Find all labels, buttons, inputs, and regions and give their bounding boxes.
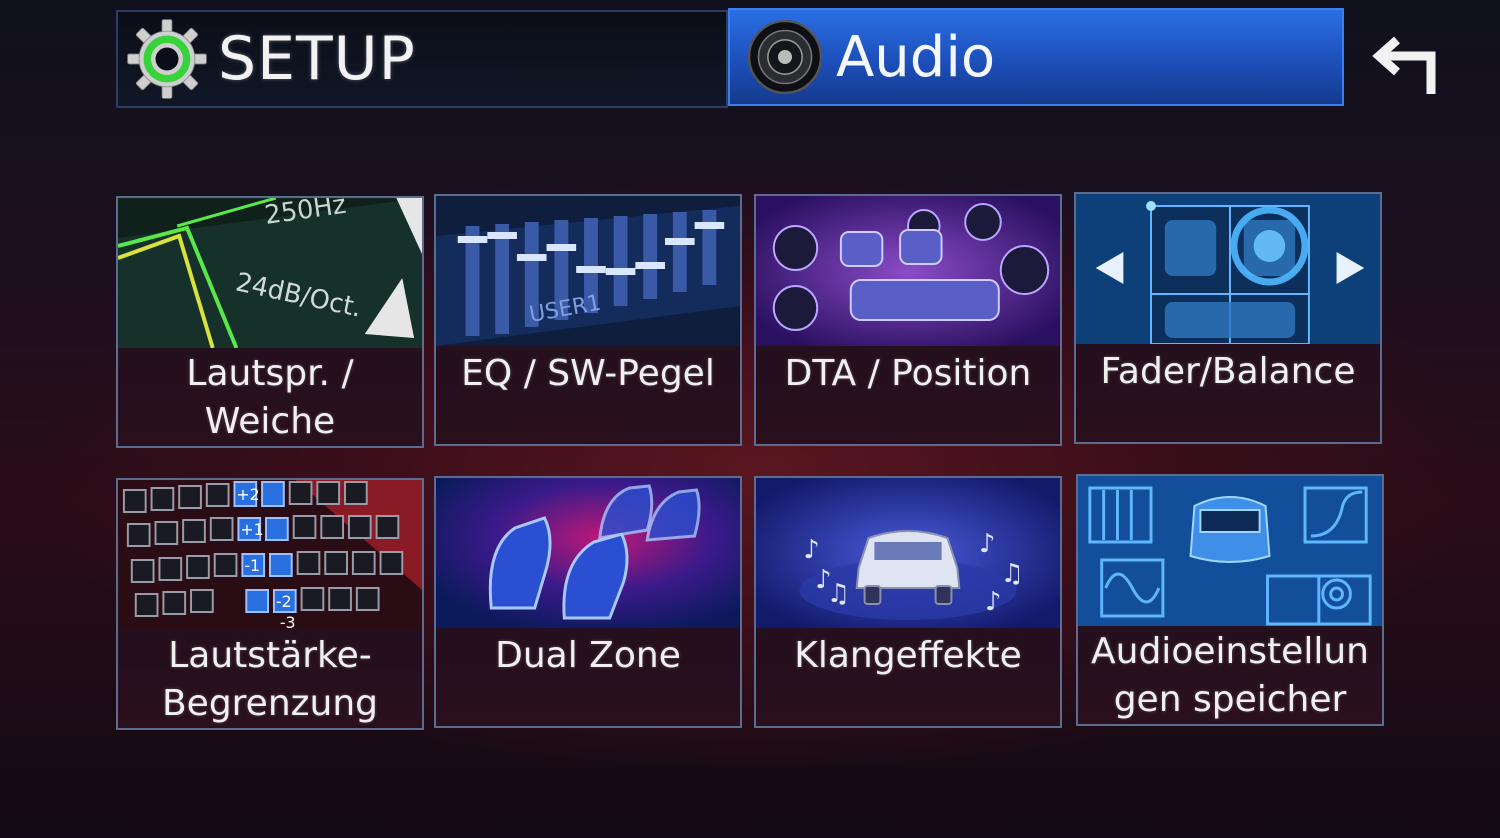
tile-label: Klangeffekte bbox=[794, 635, 1022, 676]
limit-level-text: -3 bbox=[280, 613, 296, 630]
setup-title: SETUP bbox=[218, 24, 416, 94]
limit-level-text: +1 bbox=[240, 520, 263, 539]
tile-audio-settings-save[interactable]: Audioeinstellun gen speicher bbox=[1076, 474, 1384, 726]
svg-text:♪: ♪ bbox=[815, 565, 831, 595]
audio-header: Audio bbox=[728, 8, 1344, 106]
audio-settings-memory-icon bbox=[1078, 476, 1382, 626]
setup-header: SETUP bbox=[116, 10, 728, 108]
volume-limit-keys-icon: +2 +1 -1 -2 -3 bbox=[118, 480, 422, 630]
back-button[interactable] bbox=[1370, 30, 1442, 102]
tile-label: Fader/Balance bbox=[1100, 351, 1356, 392]
speakers-seats-icon bbox=[756, 196, 1060, 346]
tile-fader-balance[interactable]: Fader/Balance bbox=[1074, 192, 1382, 444]
tile-label: Lautstärke- Begrenzung bbox=[161, 635, 379, 724]
tile-label: Audioeinstellun gen speicher bbox=[1091, 631, 1369, 720]
tile-dta-position[interactable]: DTA / Position bbox=[754, 194, 1062, 446]
fader-balance-grid-icon bbox=[1076, 194, 1380, 344]
car-music-notes-icon: ♪♫♪ ♪♫♪ bbox=[756, 478, 1060, 628]
svg-text:♫: ♫ bbox=[1001, 559, 1024, 589]
audio-title: Audio bbox=[836, 24, 996, 90]
limit-level-text: +2 bbox=[236, 485, 259, 504]
tile-speaker-crossover[interactable]: 250Hz 24dB/Oct. Lautspr. / Weiche bbox=[116, 196, 424, 448]
equalizer-sliders-icon: USER1 bbox=[436, 196, 740, 346]
tile-dual-zone[interactable]: Dual Zone bbox=[434, 476, 742, 728]
svg-text:♪: ♪ bbox=[803, 535, 819, 565]
tile-label: EQ / SW-Pegel bbox=[461, 353, 715, 394]
tile-volume-limit[interactable]: +2 +1 -1 -2 -3 Lautstärke- Begrenzung bbox=[116, 478, 424, 730]
dual-zone-seats-icon bbox=[436, 478, 740, 628]
tile-sound-effects[interactable]: ♪ ♫ ♪ ♪ ♫ ♪ Klangeffekte bbox=[754, 476, 1062, 728]
tile-label: Lautspr. / Weiche bbox=[186, 353, 354, 442]
svg-text:♪: ♪ bbox=[985, 587, 1001, 617]
gear-icon bbox=[127, 19, 207, 99]
speaker-icon bbox=[747, 19, 823, 95]
svg-text:♪: ♪ bbox=[979, 529, 995, 559]
tile-label: Dual Zone bbox=[495, 635, 681, 676]
tile-label: DTA / Position bbox=[784, 353, 1032, 394]
tile-eq-sw-level[interactable]: USER1 EQ / SW-Pegel bbox=[434, 194, 742, 446]
back-arrow-icon bbox=[1372, 36, 1436, 94]
limit-level-text: -2 bbox=[276, 592, 292, 611]
limit-level-text: -1 bbox=[244, 556, 260, 575]
crossover-graph-icon: 250Hz 24dB/Oct. bbox=[118, 198, 422, 348]
